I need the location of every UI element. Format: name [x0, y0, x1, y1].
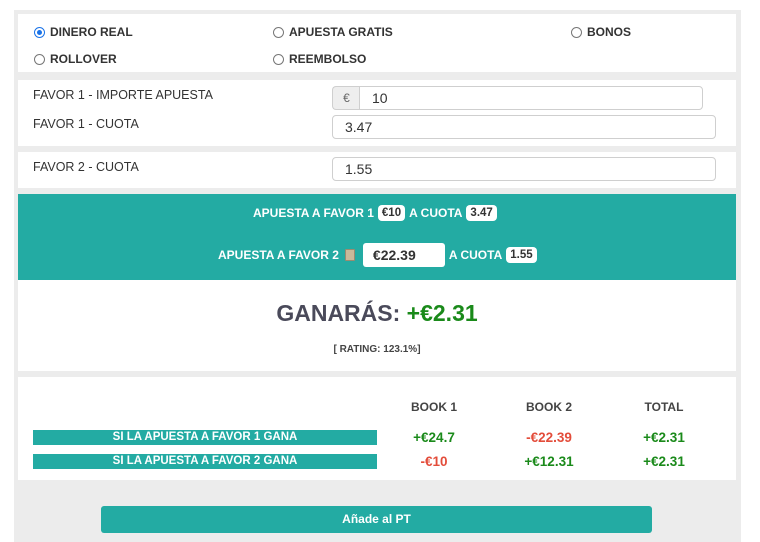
- row-label-favor1: SI LA APUESTA A FAVOR 1 GANA: [33, 430, 377, 445]
- favor1-cuota-label: FAVOR 1 - CUOTA: [33, 117, 139, 131]
- summary-favor1-text: APUESTA A FAVOR 1: [253, 206, 374, 220]
- bet-type-card: DINERO REAL APUESTA GRATIS BONOS ROLLOVE…: [18, 14, 736, 72]
- favor1-amount-badge: €10: [377, 205, 406, 221]
- win-label: GANARÁS:: [276, 300, 401, 326]
- summary-line-2: APUESTA A FAVOR 2 €22.39 A CUOTA 1.55: [218, 243, 541, 267]
- radio-label: REEMBOLSO: [289, 52, 367, 66]
- row2-book1: -€10: [420, 454, 448, 469]
- row2-book2: +€12.31: [524, 454, 574, 469]
- summary-cuota-text: A CUOTA: [409, 206, 463, 220]
- radio-label: ROLLOVER: [50, 52, 117, 66]
- radio-unchecked-icon: [34, 53, 45, 65]
- summary-line-1: APUESTA A FAVOR 1 €10 A CUOTA 3.47: [253, 205, 501, 221]
- win-amount: +€2.31: [406, 300, 478, 326]
- favor2-amount-field[interactable]: €22.39: [362, 243, 445, 267]
- bet-summary: APUESTA A FAVOR 1 €10 A CUOTA 3.47 APUES…: [18, 194, 736, 280]
- radio-checked-icon: [34, 26, 45, 38]
- row1-book1: +€24.7: [413, 430, 455, 445]
- radio-label: DINERO REAL: [50, 25, 133, 39]
- favor1-cuota-badge: 3.47: [466, 205, 497, 221]
- clipboard-icon[interactable]: [344, 249, 355, 261]
- favor1-importe-input[interactable]: 10: [359, 86, 703, 110]
- radio-unchecked-icon: [571, 26, 582, 38]
- radio-dinero-real[interactable]: DINERO REAL: [34, 25, 133, 39]
- outcome-table: BOOK 1 BOOK 2 TOTAL SI LA APUESTA A FAVO…: [18, 377, 736, 480]
- summary-favor2-text: APUESTA A FAVOR 2: [218, 248, 339, 262]
- rating-text: [ RATING: 123.1%]: [333, 344, 421, 355]
- row2-total: +€2.31: [643, 454, 685, 469]
- favor1-importe-label: FAVOR 1 - IMPORTE APUESTA: [33, 88, 213, 102]
- radio-apuesta-gratis[interactable]: APUESTA GRATIS: [273, 25, 393, 39]
- radio-bonos[interactable]: BONOS: [571, 25, 631, 39]
- radio-unchecked-icon: [273, 26, 284, 38]
- result-card: GANARÁS: +€2.31 [ RATING: 123.1%]: [18, 280, 736, 371]
- header-total: TOTAL: [644, 400, 684, 414]
- header-book1: BOOK 1: [410, 400, 457, 414]
- radio-label: APUESTA GRATIS: [289, 25, 393, 39]
- radio-label: BONOS: [587, 25, 632, 39]
- row-label-favor2: SI LA APUESTA A FAVOR 2 GANA: [33, 454, 377, 469]
- favor1-cuota-input[interactable]: 3.47: [332, 115, 716, 139]
- currency-prefix: €: [332, 86, 360, 110]
- row1-total: +€2.31: [643, 430, 685, 445]
- favor2-cuota-badge: 1.55: [506, 247, 537, 263]
- summary-cuota-text: A CUOTA: [448, 248, 503, 262]
- calculator-panel: DINERO REAL APUESTA GRATIS BONOS ROLLOVE…: [14, 10, 741, 542]
- favor2-cuota-input[interactable]: 1.55: [332, 157, 716, 181]
- favor2-card: FAVOR 2 - CUOTA 1.55: [18, 152, 736, 188]
- favor2-cuota-label: FAVOR 2 - CUOTA: [33, 160, 139, 174]
- add-to-pt-button[interactable]: Añade al PT: [101, 506, 652, 533]
- favor1-card: FAVOR 1 - IMPORTE APUESTA € 10 FAVOR 1 -…: [18, 80, 736, 146]
- header-book2: BOOK 2: [525, 400, 572, 414]
- radio-unchecked-icon: [273, 53, 284, 65]
- radio-reembolso[interactable]: REEMBOLSO: [273, 52, 366, 66]
- radio-rollover[interactable]: ROLLOVER: [34, 52, 117, 66]
- row1-book2: -€22.39: [526, 430, 572, 445]
- win-title: GANARÁS: +€2.31: [18, 300, 736, 327]
